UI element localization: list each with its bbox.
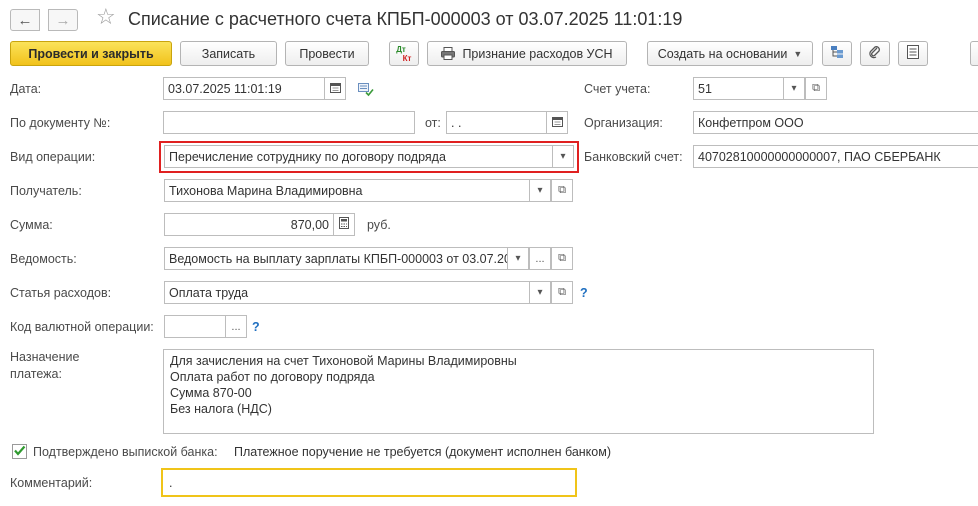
- currency-op-code-label: Код валютной операции:: [10, 320, 154, 334]
- expense-item-dropdown-button[interactable]: [529, 281, 551, 304]
- dt-kt-icon-top: Дт: [396, 44, 406, 54]
- recipient-open-button[interactable]: ⧉: [551, 179, 573, 202]
- back-button[interactable]: ←: [10, 9, 40, 31]
- statement-input[interactable]: Ведомость на выплату зарплаты КПБП-00000…: [164, 247, 508, 270]
- purpose-line: Сумма 870-00: [170, 386, 252, 400]
- dt-kt-button[interactable]: Дт Кт: [389, 41, 419, 66]
- create-based-on-label: Создать на основании: [657, 46, 788, 61]
- attach-button[interactable]: [860, 41, 890, 66]
- recipient-input[interactable]: Тихонова Марина Владимировна: [164, 179, 530, 202]
- currency-label: руб.: [367, 218, 391, 232]
- purpose-label-line2: платежа:: [10, 367, 62, 381]
- printer-icon: [441, 47, 456, 60]
- dt-kt-icon-bottom: Кт: [402, 53, 412, 63]
- amount-input[interactable]: 870,00: [164, 213, 334, 236]
- account-label: Счет учета:: [584, 82, 651, 96]
- comment-input[interactable]: .: [161, 468, 577, 497]
- arrow-right-icon: →: [55, 11, 71, 29]
- document-list-icon: [907, 45, 919, 62]
- page-title: Списание с расчетного счета КПБП-000003 …: [128, 9, 683, 29]
- recipient-dropdown-button[interactable]: [529, 179, 551, 202]
- post-and-close-button[interactable]: Провести и закрыть: [10, 41, 172, 66]
- doc-number-label: По документу №:: [10, 116, 111, 130]
- more-button[interactable]: [970, 41, 978, 66]
- operation-type-label: Вид операции:: [10, 150, 96, 164]
- calendar-icon: [329, 82, 341, 96]
- open-form-icon: ⧉: [558, 184, 566, 196]
- purpose-label-line1: Назначение: [10, 350, 80, 364]
- post-button[interactable]: Провести: [285, 41, 369, 66]
- arrow-left-icon: ←: [17, 11, 33, 29]
- expense-item-input[interactable]: Оплата труда: [164, 281, 530, 304]
- account-open-button[interactable]: ⧉: [805, 77, 827, 100]
- calendar-icon: [551, 116, 563, 130]
- open-form-icon: ⧉: [812, 82, 820, 94]
- org-label: Организация:: [584, 116, 663, 130]
- open-form-icon: ⧉: [558, 286, 566, 298]
- comment-label: Комментарий:: [10, 476, 93, 490]
- report-button[interactable]: [898, 41, 928, 66]
- operation-type-dropdown-button[interactable]: [552, 145, 574, 168]
- calculator-icon: [339, 217, 349, 232]
- from-date-input[interactable]: . .: [446, 111, 547, 134]
- doc-number-input[interactable]: [163, 111, 415, 134]
- bank-confirmed-label: Подтверждено выпиской банка:: [33, 445, 218, 459]
- hierarchy-icon: [830, 45, 844, 62]
- expense-item-help-icon[interactable]: ?: [580, 286, 588, 300]
- expense-item-label: Статья расходов:: [10, 286, 112, 300]
- from-label: от:: [425, 116, 441, 130]
- paperclip-icon: [868, 45, 882, 62]
- currency-op-code-help-icon[interactable]: ?: [252, 320, 260, 334]
- bank-account-input[interactable]: 40702810000000000007, ПАО СБЕРБАНК: [693, 145, 978, 168]
- date-label: Дата:: [10, 82, 42, 96]
- org-input[interactable]: Конфетпром ООО: [693, 111, 978, 134]
- statement-open-button[interactable]: ⧉: [551, 247, 573, 270]
- currency-op-code-input[interactable]: [164, 315, 226, 338]
- purpose-line: Для зачисления на счет Тихоновой Марины …: [170, 354, 517, 368]
- edit-check-icon[interactable]: [358, 83, 374, 100]
- account-dropdown-button[interactable]: [783, 77, 805, 100]
- statement-select-button[interactable]: ...: [529, 247, 551, 270]
- purpose-line: Без налога (НДС): [170, 402, 272, 416]
- bank-account-label: Банковский счет:: [584, 150, 683, 164]
- currency-op-code-select-button[interactable]: ...: [225, 315, 247, 338]
- favorite-star-icon[interactable]: ☆: [96, 6, 116, 28]
- statement-label: Ведомость:: [10, 252, 77, 266]
- from-calendar-button[interactable]: [546, 111, 568, 134]
- chevron-down-icon: ▼: [793, 48, 803, 59]
- bank-confirmed-checkbox[interactable]: [12, 444, 27, 459]
- open-form-icon: ⧉: [558, 252, 566, 264]
- amount-label: Сумма:: [10, 218, 53, 232]
- usn-expenses-label: Признание расходов УСН: [462, 46, 613, 61]
- operation-type-select[interactable]: Перечисление сотруднику по договору подр…: [164, 145, 553, 168]
- date-input[interactable]: 03.07.2025 11:01:19: [163, 77, 325, 100]
- purpose-line: Оплата работ по договору подряда: [170, 370, 375, 384]
- usn-expenses-button[interactable]: Признание расходов УСН: [427, 41, 627, 66]
- expense-item-open-button[interactable]: ⧉: [551, 281, 573, 304]
- recipient-label: Получатель:: [10, 184, 82, 198]
- bank-confirmed-note: Платежное поручение не требуется (докуме…: [234, 445, 611, 459]
- account-input[interactable]: 51: [693, 77, 784, 100]
- create-based-on-button[interactable]: Создать на основании ▼: [647, 41, 813, 66]
- calendar-button[interactable]: [324, 77, 346, 100]
- statement-dropdown-button[interactable]: [507, 247, 529, 270]
- payment-purpose-textarea[interactable]: Для зачисления на счет Тихоновой Марины …: [163, 349, 874, 434]
- structure-button[interactable]: [822, 41, 852, 66]
- checkmark-icon: [13, 444, 26, 460]
- calculator-button[interactable]: [333, 213, 355, 236]
- forward-button[interactable]: →: [48, 9, 78, 31]
- write-button[interactable]: Записать: [180, 41, 277, 66]
